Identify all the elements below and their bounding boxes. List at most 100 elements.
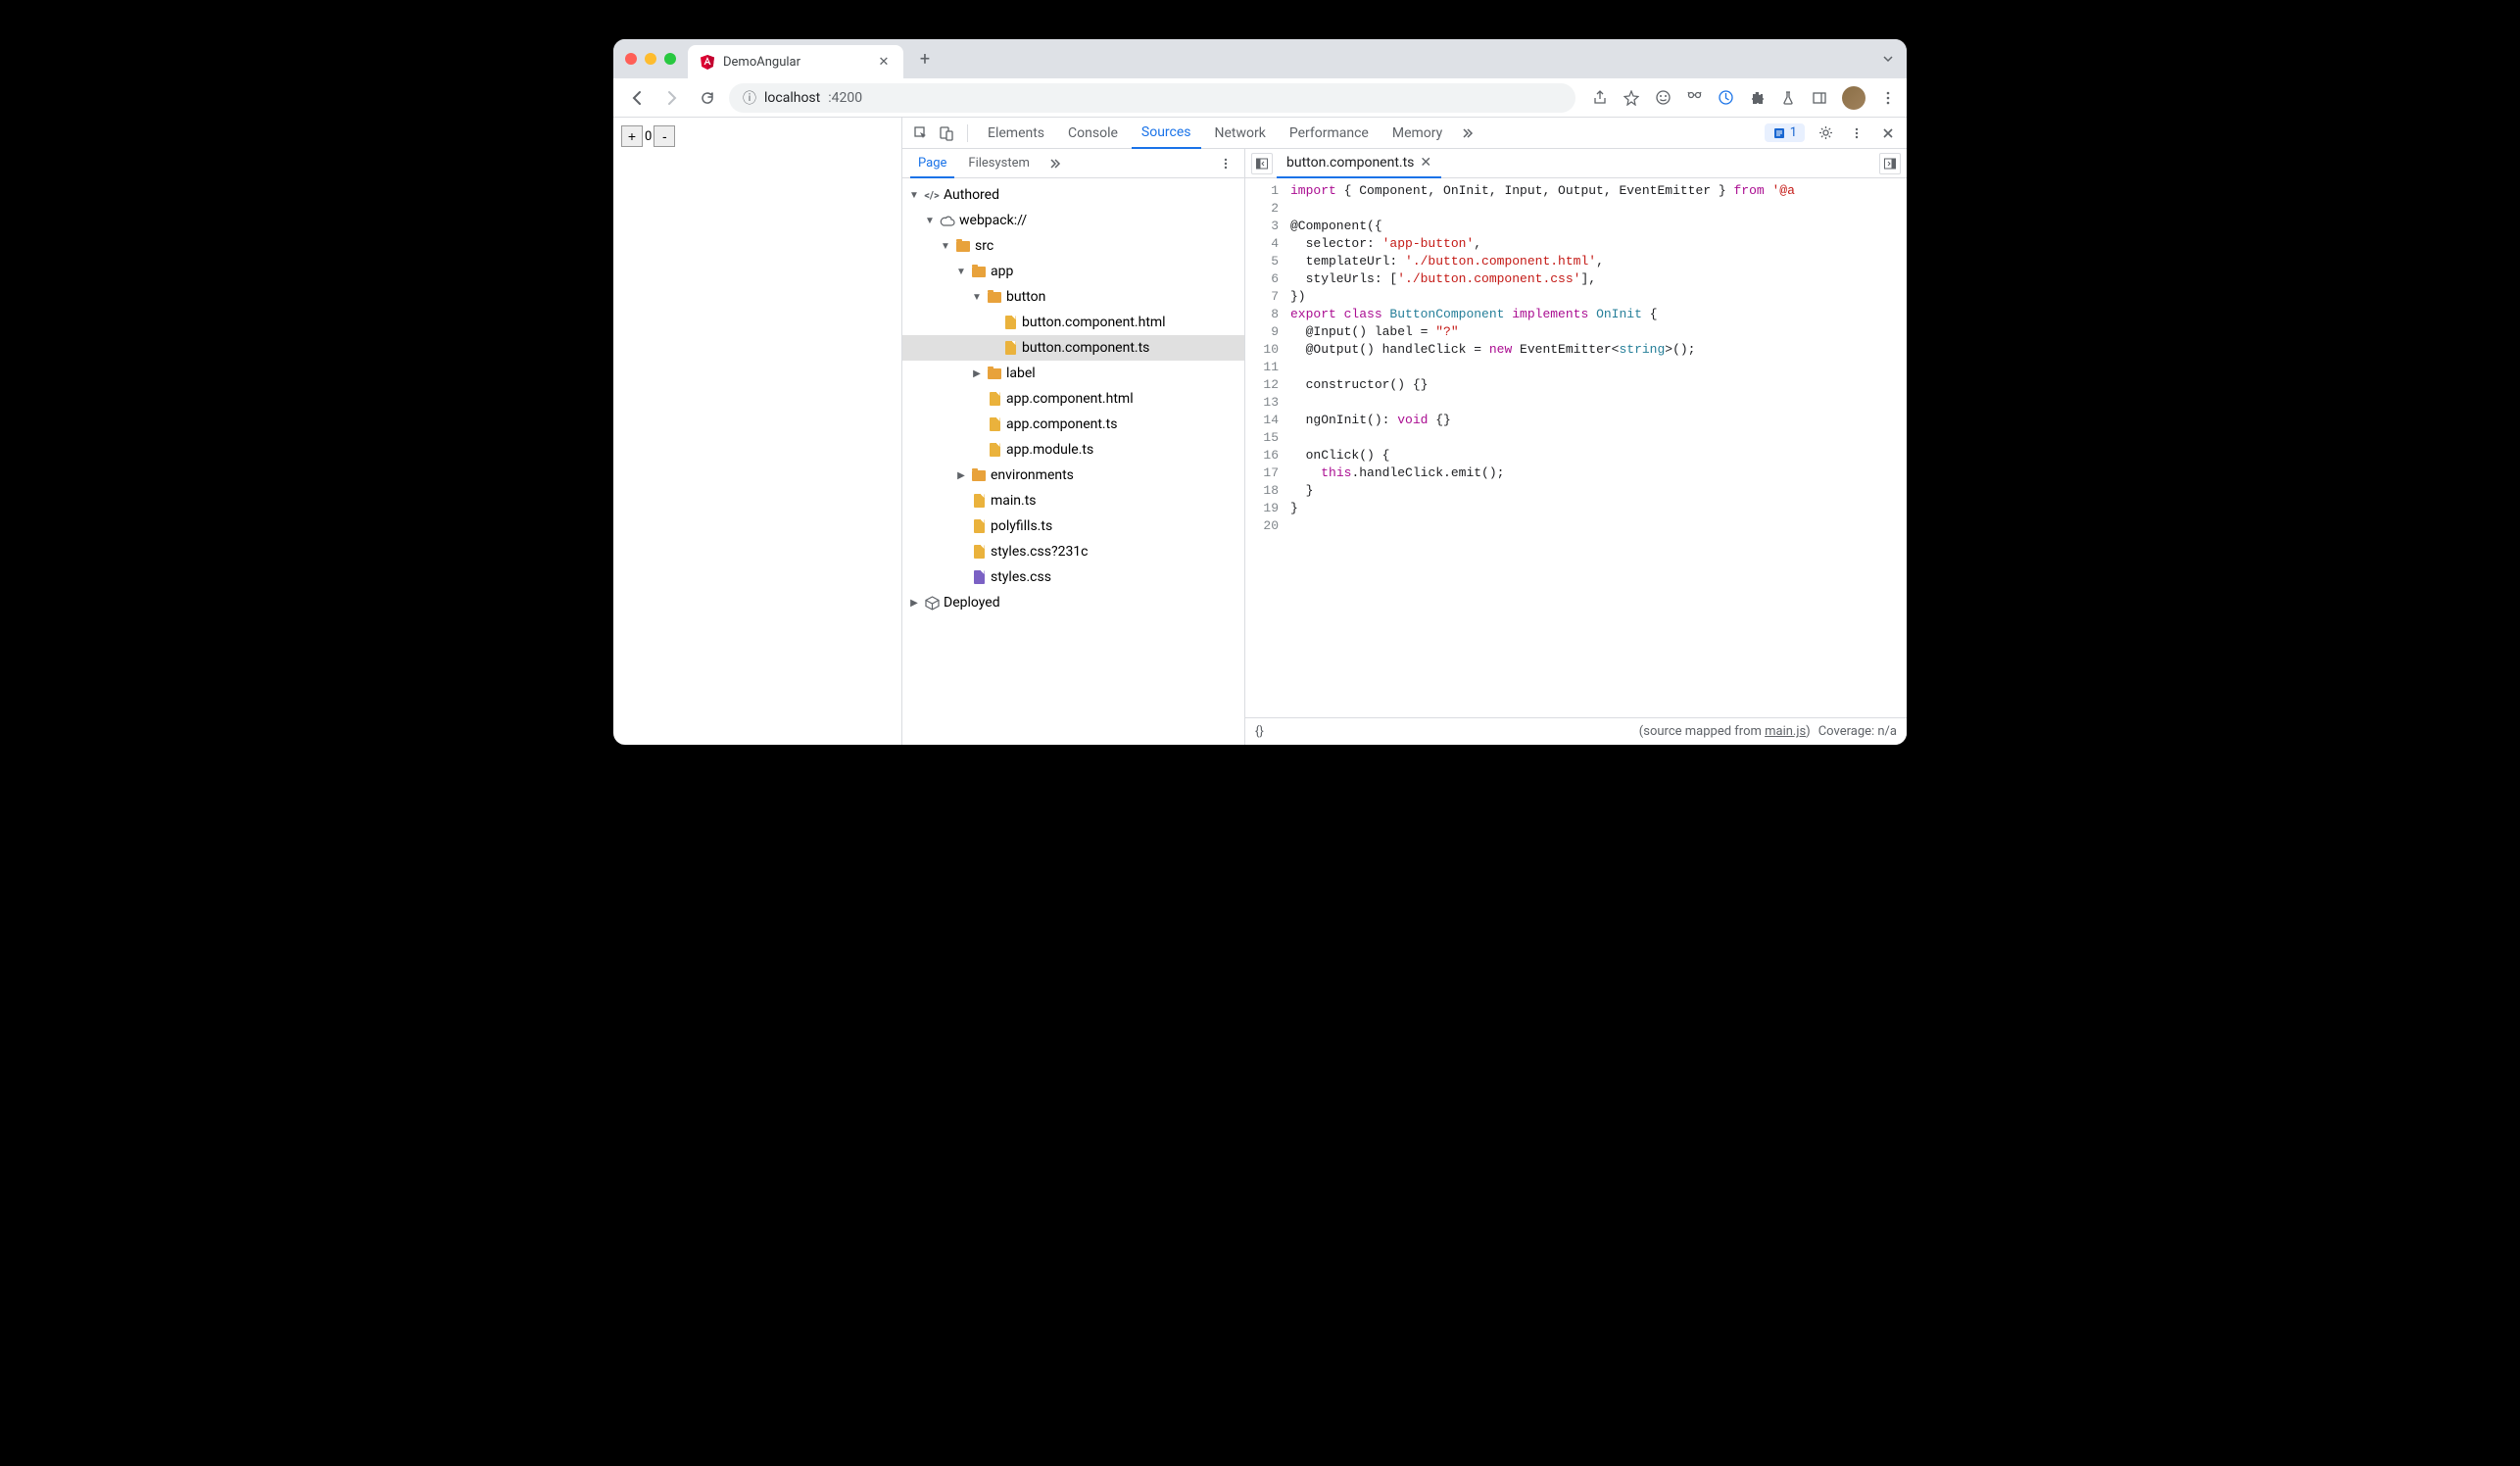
code-editor[interactable]: 1234567891011121314151617181920 import {… — [1245, 178, 1907, 717]
folder-icon — [971, 264, 987, 279]
file-icon — [971, 544, 987, 560]
tab-dropdown-button[interactable] — [1881, 52, 1895, 66]
devtools-menu-icon[interactable] — [1846, 122, 1867, 144]
tree-label: styles.css — [991, 569, 1051, 585]
tree-main-ts[interactable]: main.ts — [902, 488, 1244, 513]
tab-network[interactable]: Network — [1205, 118, 1276, 149]
labs-icon[interactable] — [1779, 89, 1797, 107]
site-info-icon[interactable]: ⓘ — [743, 88, 756, 108]
inspect-icon[interactable] — [910, 122, 932, 144]
file-icon — [987, 416, 1002, 432]
tree-label: Authored — [944, 187, 999, 203]
code-content: import { Component, OnInit, Input, Outpu… — [1284, 178, 1907, 717]
reload-button[interactable] — [694, 84, 721, 112]
tree-label: src — [975, 238, 993, 254]
device-toggle-icon[interactable] — [936, 122, 957, 144]
tree-app[interactable]: app — [902, 259, 1244, 284]
tree-label: polyfills.ts — [991, 518, 1052, 534]
minimize-window-button[interactable] — [645, 53, 656, 65]
tree-authored[interactable]: </>Authored — [902, 182, 1244, 208]
tab-elements[interactable]: Elements — [978, 118, 1054, 149]
more-tabs-icon[interactable] — [1456, 122, 1478, 144]
editor-tab[interactable]: button.component.ts ✕ — [1277, 149, 1441, 178]
devtools-close-icon[interactable] — [1877, 122, 1899, 144]
side-panel-icon[interactable] — [1811, 89, 1828, 107]
expand-icon — [908, 190, 920, 201]
tab-close-button[interactable]: ✕ — [876, 54, 892, 70]
tree-app-module[interactable]: app.module.ts — [902, 437, 1244, 463]
devtools-panel: Elements Console Sources Network Perform… — [902, 118, 1907, 745]
close-window-button[interactable] — [625, 53, 637, 65]
source-map-link[interactable]: main.js — [1765, 724, 1806, 739]
file-icon — [1002, 340, 1018, 356]
tab-memory[interactable]: Memory — [1382, 118, 1452, 149]
tree-polyfills[interactable]: polyfills.ts — [902, 513, 1244, 539]
back-button[interactable] — [623, 84, 651, 112]
tree-button-folder[interactable]: button — [902, 284, 1244, 310]
increment-button[interactable]: + — [621, 125, 643, 147]
tree-label: environments — [991, 467, 1074, 483]
editor-tab-close-icon[interactable]: ✕ — [1420, 155, 1431, 171]
navigator-tabs: Page Filesystem — [902, 149, 1244, 178]
file-icon — [987, 391, 1002, 407]
nav-tab-filesystem[interactable]: Filesystem — [960, 149, 1038, 178]
browser-tab[interactable]: DemoAngular ✕ — [688, 45, 903, 78]
tree-app-ts[interactable]: app.component.ts — [902, 412, 1244, 437]
sources-navigator: Page Filesystem </>Authored webpack:// s… — [902, 149, 1245, 745]
settings-icon[interactable] — [1815, 122, 1836, 144]
maximize-window-button[interactable] — [664, 53, 676, 65]
tree-label: button.component.ts — [1022, 340, 1149, 356]
omnibox[interactable]: ⓘ localhost:4200 — [729, 83, 1575, 113]
tree-label: label — [1006, 366, 1036, 381]
code-icon: </> — [924, 187, 940, 203]
expand-icon — [955, 470, 967, 481]
nav-more-tabs-icon[interactable] — [1043, 153, 1065, 174]
tree-button-ts[interactable]: button.component.ts — [902, 335, 1244, 361]
devtools-tabs-right: 1 — [1765, 122, 1899, 144]
tree-label: Deployed — [944, 595, 1000, 611]
file-icon — [987, 442, 1002, 458]
extensions-icon[interactable] — [1748, 89, 1766, 107]
tab-console[interactable]: Console — [1058, 118, 1128, 149]
tree-styles-q[interactable]: styles.css?231c — [902, 539, 1244, 564]
tree-app-html[interactable]: app.component.html — [902, 386, 1244, 412]
editor-tab-label: button.component.ts — [1286, 155, 1414, 171]
tab-title: DemoAngular — [723, 55, 868, 70]
forward-button[interactable] — [658, 84, 686, 112]
extension-icon-1[interactable] — [1654, 89, 1672, 107]
expand-icon — [924, 216, 936, 226]
pretty-print-icon[interactable]: {} — [1255, 724, 1264, 739]
tab-sources[interactable]: Sources — [1132, 118, 1201, 149]
tree-label: app — [991, 264, 1013, 279]
issues-badge[interactable]: 1 — [1765, 123, 1805, 142]
cloud-icon — [940, 213, 955, 228]
url-host: localhost — [764, 90, 820, 106]
tree-environments[interactable]: environments — [902, 463, 1244, 488]
tree-label-folder[interactable]: label — [902, 361, 1244, 386]
extension-icon-3[interactable] — [1717, 89, 1734, 107]
bookmark-icon[interactable] — [1623, 89, 1640, 107]
tree-src[interactable]: src — [902, 233, 1244, 259]
address-bar: ⓘ localhost:4200 — [613, 78, 1907, 118]
share-icon[interactable] — [1591, 89, 1609, 107]
decrement-button[interactable]: - — [654, 125, 675, 147]
expand-icon — [971, 292, 983, 303]
profile-avatar[interactable] — [1842, 86, 1866, 110]
nav-tab-page[interactable]: Page — [910, 149, 954, 178]
tree-button-html[interactable]: button.component.html — [902, 310, 1244, 335]
tree-styles[interactable]: styles.css — [902, 564, 1244, 590]
tree-label: app.component.ts — [1006, 416, 1117, 432]
toggle-debugger-icon[interactable] — [1879, 153, 1901, 174]
counter-value: 0 — [643, 129, 654, 144]
sources-panel: Page Filesystem </>Authored webpack:// s… — [902, 149, 1907, 745]
menu-icon[interactable] — [1879, 89, 1897, 107]
new-tab-button[interactable]: + — [911, 45, 939, 73]
toggle-navigator-icon[interactable] — [1251, 153, 1273, 174]
nav-menu-icon[interactable] — [1215, 153, 1236, 174]
counter-widget: + 0 - — [621, 125, 894, 147]
tab-performance[interactable]: Performance — [1280, 118, 1379, 149]
extension-icon-2[interactable] — [1685, 89, 1703, 107]
file-icon — [971, 493, 987, 509]
tree-deployed[interactable]: Deployed — [902, 590, 1244, 615]
tree-webpack[interactable]: webpack:// — [902, 208, 1244, 233]
